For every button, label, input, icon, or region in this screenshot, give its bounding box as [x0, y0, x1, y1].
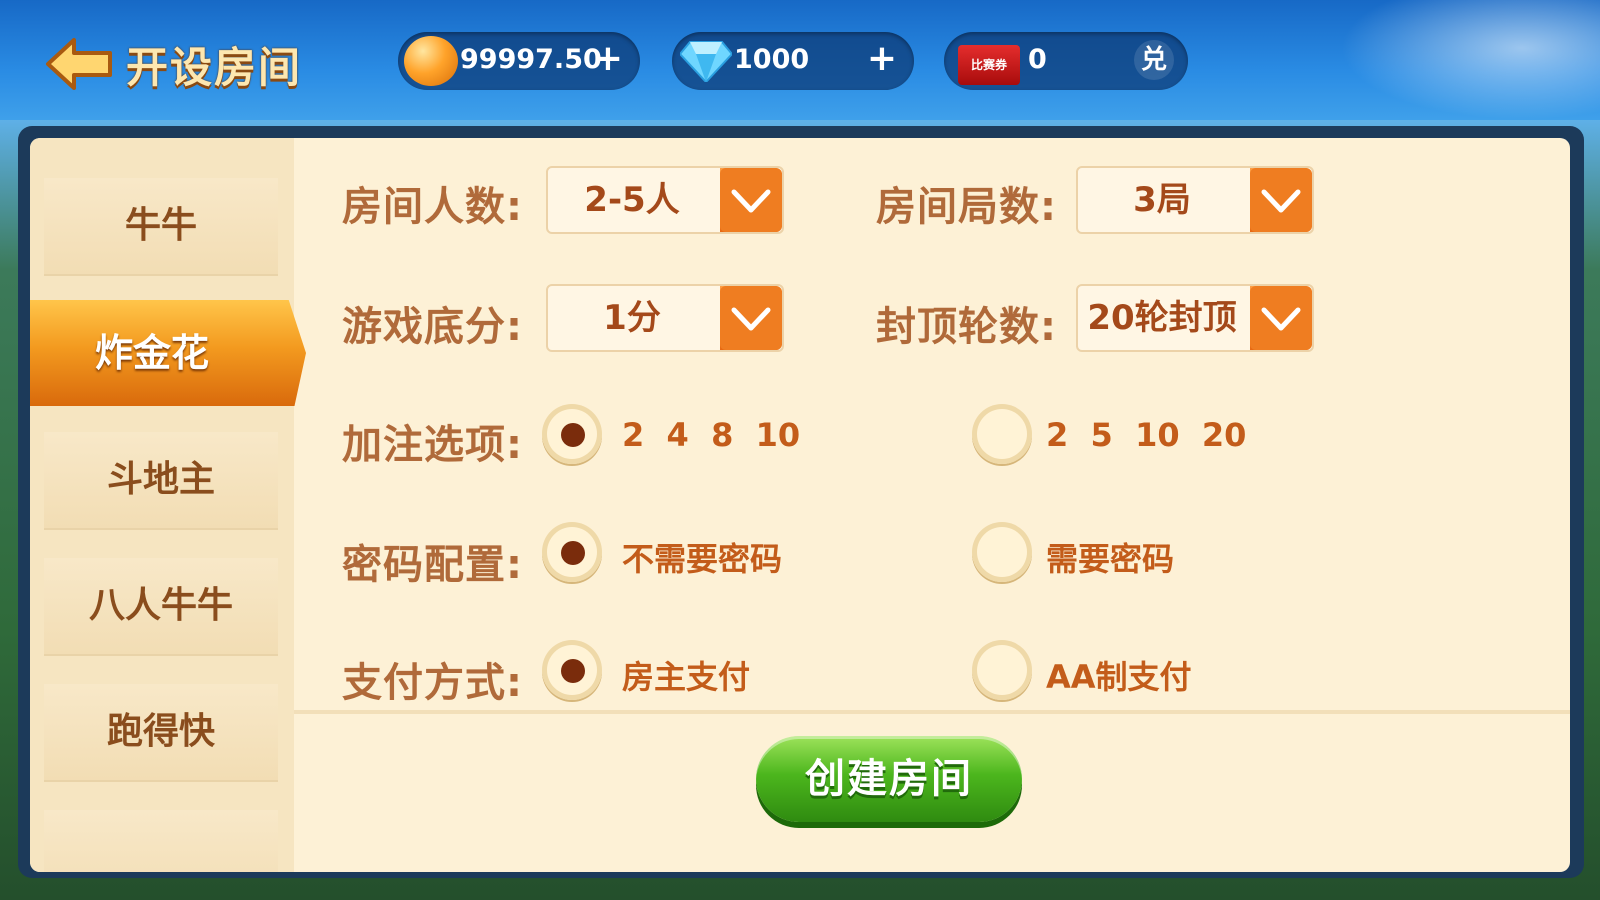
add-coins-button[interactable]: + [588, 40, 628, 80]
bet-option-2-label: 2 5 10 20 [1046, 416, 1247, 454]
rounds-label: 房间局数: [876, 184, 1057, 230]
diamond-icon [680, 41, 732, 82]
coin-balance: 99997.50 + [398, 32, 640, 90]
sidebar-item-paodekuai[interactable]: 跑得快 [44, 684, 278, 782]
chevron-down-icon [1250, 168, 1312, 232]
base-score-value: 1分 [603, 298, 661, 338]
add-diamonds-button[interactable]: + [862, 40, 902, 80]
aa-pay-radio[interactable] [972, 640, 1032, 700]
password-label: 密码配置: [342, 542, 523, 588]
radio-selected-dot [561, 541, 585, 565]
base-score-label: 游戏底分: [342, 304, 523, 350]
base-score-select[interactable]: 1分 [546, 284, 784, 352]
need-password-label: 需要密码 [1046, 540, 1175, 578]
diamond-amount: 1000 [734, 44, 810, 75]
rounds-value: 3局 [1133, 180, 1191, 220]
bet-options-label: 加注选项: [342, 422, 523, 468]
cap-rounds-value: 20轮封顶 [1087, 298, 1237, 338]
divider [294, 710, 1570, 714]
sidebar-item-doudizhu[interactable]: 斗地主 [44, 432, 278, 530]
create-room-label: 创建房间 [805, 756, 973, 802]
bet-option-2-radio[interactable] [972, 404, 1032, 464]
ticket-balance: 比赛券 0 兑 [944, 32, 1188, 90]
rounds-select[interactable]: 3局 [1076, 166, 1314, 234]
sidebar-item-eight-niuniu[interactable]: 八人牛牛 [44, 558, 278, 656]
cap-rounds-label: 封顶轮数: [876, 304, 1057, 350]
players-value: 2-5人 [584, 180, 680, 220]
chevron-down-icon [1250, 286, 1312, 350]
back-arrow-icon[interactable] [44, 36, 116, 92]
sidebar-item-partial[interactable] [44, 810, 278, 872]
bet-option-1-label: 2 4 8 10 [622, 416, 801, 454]
need-password-radio[interactable] [972, 522, 1032, 582]
no-password-radio[interactable] [542, 522, 602, 582]
create-room-button[interactable]: 创建房间 [756, 736, 1022, 822]
host-pay-label: 房主支付 [622, 658, 751, 696]
payment-label: 支付方式: [342, 660, 523, 706]
no-password-label: 不需要密码 [622, 540, 783, 578]
sidebar-item-niuniu[interactable]: 牛牛 [44, 178, 278, 276]
radio-selected-dot [561, 659, 585, 683]
diamond-balance: 1000 + [672, 32, 914, 90]
chevron-down-icon [720, 168, 782, 232]
page-title: 开设房间 [126, 43, 303, 92]
sidebar-item-label: 炸金花 [94, 331, 209, 375]
gold-coin-icon [404, 36, 458, 86]
match-ticket-icon: 比赛券 [958, 45, 1020, 85]
host-pay-radio[interactable] [542, 640, 602, 700]
players-select[interactable]: 2-5人 [546, 166, 784, 234]
aa-pay-label: AA制支付 [1046, 658, 1192, 696]
bet-option-1-radio[interactable] [542, 404, 602, 464]
coin-amount: 99997.50 [460, 44, 602, 75]
top-bar-glow [1340, 0, 1600, 120]
sidebar-item-zhajinhua[interactable]: 炸金花 [30, 300, 306, 406]
top-bar: 开设房间 99997.50 + 1000 + 比赛券 0 兑 [0, 0, 1600, 120]
create-room-panel: 牛牛 斗地主 八人牛牛 跑得快 炸金花 房间人数: 2-5人 房间局数: 3局 … [30, 138, 1570, 872]
players-label: 房间人数: [342, 184, 523, 230]
ticket-amount: 0 [1028, 44, 1047, 75]
chevron-down-icon [720, 286, 782, 350]
exchange-button[interactable]: 兑 [1134, 40, 1174, 80]
game-sidebar: 牛牛 斗地主 八人牛牛 跑得快 [30, 138, 294, 872]
cap-rounds-select[interactable]: 20轮封顶 [1076, 284, 1314, 352]
radio-selected-dot [561, 423, 585, 447]
